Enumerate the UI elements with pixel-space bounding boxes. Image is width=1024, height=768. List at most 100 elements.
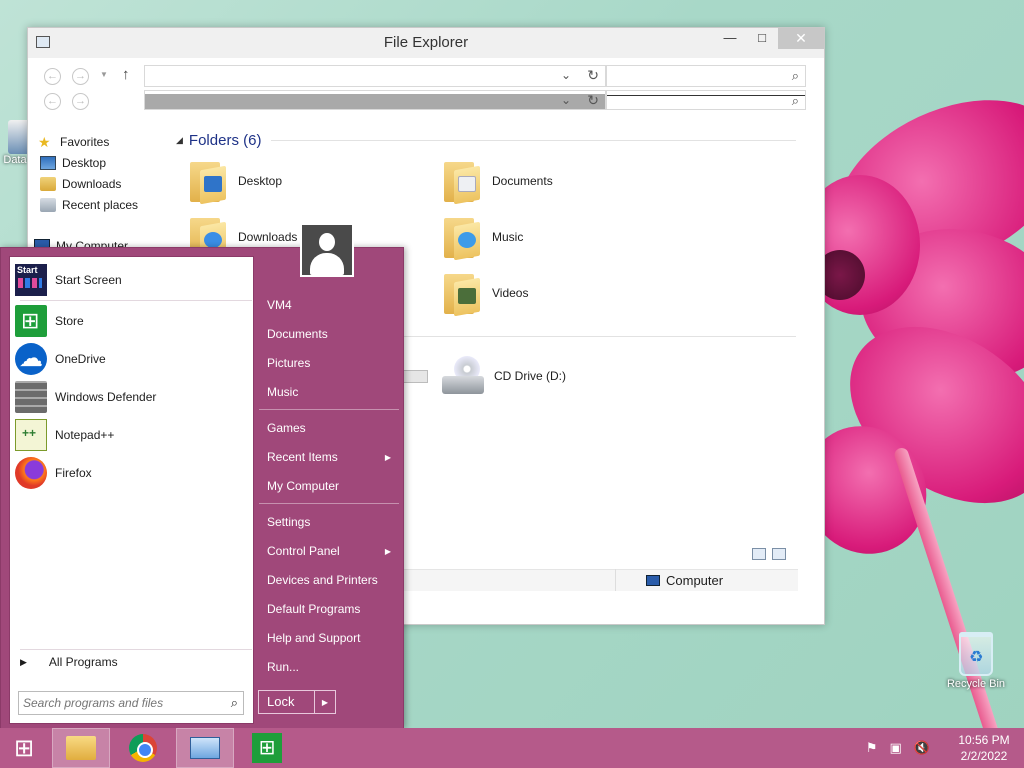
folder-item-desktop[interactable]: Desktop bbox=[188, 158, 282, 205]
taskbar-store[interactable]: ⊞ bbox=[238, 728, 296, 768]
nav-item-downloads[interactable]: Downloads bbox=[40, 174, 121, 194]
minimize-button[interactable]: — bbox=[714, 28, 746, 49]
chevron-down-icon: ⌄ bbox=[560, 93, 571, 107]
program-onedrive[interactable]: OneDrive bbox=[15, 342, 250, 376]
search-icon[interactable]: ⌕ bbox=[231, 695, 238, 711]
maximize-button[interactable]: □ bbox=[746, 28, 778, 49]
user-avatar[interactable] bbox=[300, 223, 354, 277]
flag-icon[interactable]: ⚑ bbox=[866, 740, 878, 756]
start-item-run[interactable]: Run... bbox=[267, 654, 399, 680]
start-item-help-support[interactable]: Help and Support bbox=[267, 625, 399, 651]
up-arrow-icon[interactable]: ↑ bbox=[122, 66, 130, 83]
cd-drive-icon bbox=[440, 356, 486, 396]
volume-muted-icon[interactable]: 🔇 bbox=[914, 740, 930, 756]
collapse-triangle-icon[interactable]: ◢ bbox=[176, 135, 183, 146]
music-folder-icon bbox=[442, 214, 484, 261]
forward-arrow-icon[interactable]: → bbox=[72, 68, 89, 85]
start-item-label: Games bbox=[267, 421, 306, 435]
address-bar[interactable]: ⌄ ↻ bbox=[144, 65, 606, 87]
user-silhouette-body bbox=[310, 253, 344, 275]
folder-name: Music bbox=[492, 230, 524, 244]
start-item-my-computer[interactable]: My Computer bbox=[267, 473, 399, 499]
start-item-pictures[interactable]: Pictures bbox=[267, 350, 399, 376]
start-item-devices-printers[interactable]: Devices and Printers bbox=[267, 567, 399, 593]
clock-time: 10:56 PM bbox=[958, 733, 1010, 747]
start-item-label: Control Panel bbox=[267, 544, 340, 558]
folders-group-header[interactable]: ◢ Folders (6) bbox=[176, 132, 796, 149]
lock-button[interactable]: Lock bbox=[259, 691, 315, 713]
start-button[interactable]: ⊞ bbox=[0, 728, 48, 768]
network-icon[interactable]: ▣ bbox=[890, 740, 902, 756]
desktop-folder-icon bbox=[188, 158, 230, 205]
nav-item-label: Desktop bbox=[62, 156, 107, 170]
title-bar[interactable]: File Explorer — □ ✕ bbox=[28, 28, 824, 58]
program-firefox[interactable]: Firefox bbox=[15, 456, 250, 490]
nav-item-recent-places[interactable]: Recent places bbox=[40, 195, 138, 215]
computer-icon bbox=[646, 574, 660, 586]
power-options-arrow-icon[interactable]: ▶ bbox=[315, 698, 335, 707]
recent-locations-chevron-icon[interactable]: ▼ bbox=[100, 70, 108, 79]
start-search-box[interactable]: ⌕ bbox=[18, 691, 244, 715]
program-store[interactable]: Store bbox=[15, 304, 250, 338]
chevron-down-icon[interactable]: ⌄ bbox=[561, 68, 571, 82]
taskbar-chrome[interactable] bbox=[114, 728, 172, 768]
large-icons-view-icon[interactable] bbox=[772, 548, 786, 560]
start-menu-programs-panel: Start Start Screen Store OneDrive Window… bbox=[9, 256, 254, 724]
desktop-icon-recycle-bin[interactable]: Recycle Bin bbox=[940, 632, 1012, 690]
clock[interactable]: 10:56 PM 2/2/2022 bbox=[944, 732, 1024, 764]
recent-places-icon bbox=[40, 198, 56, 212]
start-item-label: VM4 bbox=[267, 298, 292, 312]
start-item-label: Documents bbox=[267, 327, 328, 341]
start-item-settings[interactable]: Settings bbox=[267, 509, 399, 535]
start-item-label: Devices and Printers bbox=[267, 573, 378, 587]
nav-item-label: Favorites bbox=[60, 135, 110, 149]
desktop-folder-icon bbox=[40, 156, 56, 170]
program-start-screen[interactable]: Start Start Screen bbox=[15, 263, 250, 297]
address-bar-ghost: ⌄ ↻ bbox=[144, 90, 606, 110]
documents-folder-icon bbox=[442, 158, 484, 205]
status-location: Computer bbox=[615, 569, 795, 591]
start-search-input[interactable] bbox=[19, 692, 215, 714]
program-notepad-plus[interactable]: Notepad++ bbox=[15, 418, 250, 452]
refresh-icon[interactable]: ↻ bbox=[587, 67, 599, 84]
windows-logo-icon: ⊞ bbox=[13, 734, 35, 762]
play-triangle-icon: ▶ bbox=[20, 656, 27, 667]
nav-item-favorites[interactable]: ★ Favorites bbox=[38, 132, 109, 152]
folder-item-music[interactable]: Music bbox=[442, 214, 524, 261]
start-item-label: Settings bbox=[267, 515, 311, 529]
program-windows-defender[interactable]: Windows Defender bbox=[15, 380, 250, 414]
submenu-arrow-icon: ▶ bbox=[384, 546, 391, 556]
start-item-games[interactable]: Games bbox=[267, 415, 399, 441]
start-item-control-panel[interactable]: Control Panel ▶ bbox=[267, 538, 399, 564]
start-item-label: Pictures bbox=[267, 356, 311, 370]
start-item-vm4[interactable]: VM4 bbox=[267, 292, 399, 318]
taskbar-file-explorer[interactable] bbox=[52, 728, 110, 768]
start-item-default-programs[interactable]: Default Programs bbox=[267, 596, 399, 622]
folder-item-videos[interactable]: Videos bbox=[442, 270, 528, 317]
back-arrow-icon[interactable]: ← bbox=[44, 68, 61, 85]
start-item-documents[interactable]: Documents bbox=[267, 321, 399, 347]
start-item-label: Help and Support bbox=[267, 631, 361, 645]
all-programs-button[interactable]: ▶ All Programs bbox=[20, 655, 118, 669]
drive-item-cd[interactable]: CD Drive (D:) bbox=[440, 356, 566, 396]
program-label: OneDrive bbox=[55, 352, 106, 366]
details-view-icon[interactable] bbox=[752, 548, 766, 560]
view-switcher bbox=[752, 548, 786, 560]
address-row: ← → ▼ ↑ ⌄ ↻ ⌕ bbox=[42, 65, 812, 87]
divider bbox=[259, 503, 399, 504]
program-label: Windows Defender bbox=[55, 390, 157, 404]
start-item-music[interactable]: Music bbox=[267, 379, 399, 405]
close-button[interactable]: ✕ bbox=[778, 28, 824, 49]
taskbar-explorer-window[interactable] bbox=[176, 728, 234, 768]
desktop-icon-data[interactable]: Data bbox=[0, 120, 30, 166]
desktop-icon-label: Recycle Bin bbox=[946, 678, 1006, 690]
start-item-recent-items[interactable]: Recent Items ▶ bbox=[267, 444, 399, 470]
back-arrow-icon: ← bbox=[44, 93, 61, 110]
nav-item-desktop[interactable]: Desktop bbox=[40, 153, 106, 173]
search-icon[interactable]: ⌕ bbox=[792, 68, 799, 84]
folder-item-documents[interactable]: Documents bbox=[442, 158, 553, 205]
search-box-ghost: ⌕ bbox=[606, 90, 806, 110]
search-input[interactable]: ⌕ bbox=[606, 65, 806, 87]
window-icon bbox=[190, 737, 220, 759]
refresh-icon: ↻ bbox=[587, 92, 599, 108]
